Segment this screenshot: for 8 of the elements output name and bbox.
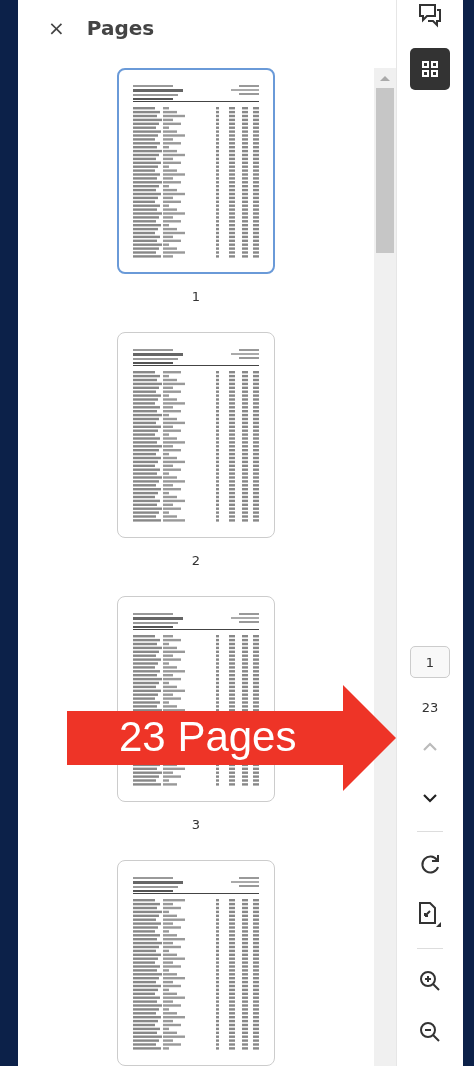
page-number-label: 3 xyxy=(191,817,201,832)
page-count: 23 xyxy=(421,700,439,715)
page-number-label: 2 xyxy=(191,553,201,568)
page-number-field[interactable]: 1 xyxy=(410,646,450,678)
page-number-label: 1 xyxy=(191,289,201,304)
panel-title: Pages xyxy=(86,16,155,40)
close-button[interactable]: × xyxy=(48,18,65,38)
callout-text: 23 Pages xyxy=(119,712,297,762)
